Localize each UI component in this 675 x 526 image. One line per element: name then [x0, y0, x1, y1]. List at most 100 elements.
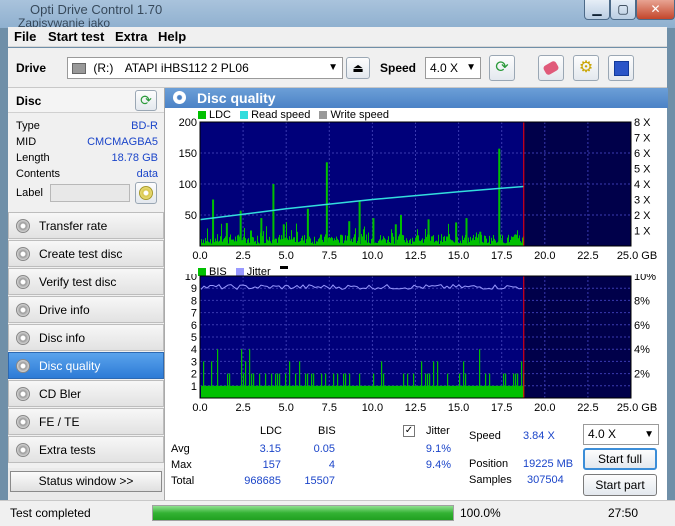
settings-button[interactable]: ⚙ [573, 55, 599, 81]
menu-start-test[interactable]: Start test [48, 29, 104, 44]
ldc-bar [502, 235, 503, 246]
disc-mid-key: MID [16, 136, 37, 148]
ldc-bar [409, 240, 410, 246]
ldc-bar [476, 232, 477, 246]
status-bar: Test completed 100.0% 27:50 [0, 500, 675, 526]
ldc-bar [468, 237, 469, 246]
stats-avg-bis: 0.05 [313, 443, 335, 455]
x-tick-label: 7.5 [322, 402, 337, 414]
refresh-speed-button[interactable]: ⟳ [489, 55, 515, 81]
test-speed-select[interactable]: 4.0 X ▼ [583, 424, 659, 445]
nav-create-test-disc[interactable]: Create test disc [8, 240, 164, 267]
x-tick-label: 2.5 [235, 250, 250, 262]
disc-label-field[interactable] [50, 184, 130, 202]
ldc-bar [380, 235, 381, 246]
menu-help[interactable]: Help [158, 29, 186, 44]
start-full-button[interactable]: Start full [583, 448, 657, 470]
ldc-bar [364, 226, 365, 246]
x-tick-label: 2.5 [235, 402, 250, 414]
ldc-bar [473, 234, 474, 246]
ldc-bar [392, 233, 393, 246]
nav-drive-info[interactable]: Drive info [8, 296, 164, 323]
drive-select[interactable]: (R:) ATAPI iHBS112 2 PL06 ▼ [67, 57, 343, 79]
title-bar: Opti Drive Control 1.70 Zapisywanie jako… [0, 0, 675, 30]
ldc-bar [475, 236, 476, 246]
jitter-checkbox[interactable]: ✓ [403, 425, 415, 437]
ldc-bar [234, 241, 235, 246]
ldc-bar [253, 237, 254, 246]
disc-icon [16, 443, 30, 457]
close-button[interactable]: ✕ [636, 0, 675, 20]
disc-label-button[interactable] [135, 182, 157, 204]
ldc-bar [217, 234, 218, 246]
nav-label: FE / TE [39, 415, 80, 429]
maximize-button[interactable]: ▢ [610, 0, 636, 20]
ldc-bar [403, 235, 404, 246]
y-tick-label: 200 [179, 118, 197, 129]
erase-button[interactable] [538, 55, 564, 81]
nav-label: Create test disc [39, 247, 123, 261]
nav-cd-bler[interactable]: CD Bler [8, 380, 164, 407]
menu-extra[interactable]: Extra [115, 29, 148, 44]
nav-fe-te[interactable]: FE / TE [8, 408, 164, 435]
ldc-bar [384, 237, 385, 246]
ldc-bar [325, 234, 326, 246]
disc-length-value: 18.78 GB [111, 152, 158, 164]
ldc-bar [254, 241, 255, 246]
ldc-bar [208, 241, 209, 246]
disc-contents-value: data [136, 168, 158, 180]
ldc-bar [336, 236, 337, 246]
speed-select[interactable]: 4.0 X ▼ [425, 57, 481, 79]
ldc-bar [522, 237, 523, 246]
eraser-icon [542, 60, 560, 76]
ldc-bar [244, 227, 245, 246]
ldc-bar [371, 239, 372, 246]
ldc-bar [484, 235, 485, 246]
ldc-bar [416, 235, 417, 246]
drive-label: Drive [16, 61, 47, 75]
ldc-bar [319, 237, 320, 246]
ldc-bar [381, 240, 382, 246]
ldc-bar [295, 241, 296, 246]
stats-max-jitter: 9.4% [425, 459, 451, 471]
ldc-bar [445, 241, 446, 246]
x-tick-label: 5.0 [279, 250, 294, 262]
nav-verify-test-disc[interactable]: Verify test disc [8, 268, 164, 295]
disc-icon [16, 219, 30, 233]
start-part-button[interactable]: Start part [583, 474, 657, 496]
ldc-bar [267, 239, 268, 246]
status-window-button[interactable]: Status window >> [10, 471, 162, 492]
bis-bar [429, 373, 431, 398]
bis-bar [373, 373, 375, 398]
x-tick-label: 22.5 [577, 402, 598, 414]
bis-bar [243, 373, 245, 398]
nav-disc-info[interactable]: Disc info [8, 324, 164, 351]
bis-bar [479, 349, 481, 398]
ldc-bar [460, 240, 461, 246]
x-tick-label: 5.0 [279, 402, 294, 414]
ldc-bar [245, 238, 246, 246]
nav-transfer-rate[interactable]: Transfer rate [8, 212, 164, 239]
nav-extra-tests[interactable]: Extra tests [8, 436, 164, 463]
ldc-bar [298, 242, 299, 246]
ldc-bar [515, 234, 516, 246]
ldc-bar [507, 237, 508, 246]
y-tick-label: 10 [185, 274, 197, 283]
ldc-spike [372, 218, 375, 246]
bis-bar [217, 349, 219, 398]
ldc-bar [365, 240, 366, 246]
eject-button[interactable]: ⏏ [346, 57, 370, 79]
nav-label: Verify test disc [39, 275, 117, 289]
nav-disc-quality[interactable]: Disc quality [8, 352, 164, 379]
save-button[interactable] [608, 55, 634, 81]
menu-file[interactable]: File [14, 29, 36, 44]
disc-refresh-button[interactable]: ⟳ [135, 90, 157, 111]
ldc-bar [335, 240, 336, 246]
stats-max-bis: 4 [328, 459, 335, 471]
ldc-bar [238, 234, 239, 246]
y-tick-label: 9 [191, 283, 197, 295]
minimize-button[interactable]: ▁ [584, 0, 610, 20]
result-position-label: Position [469, 458, 509, 470]
ldc-bar [333, 240, 334, 246]
disc-icon [16, 303, 30, 317]
